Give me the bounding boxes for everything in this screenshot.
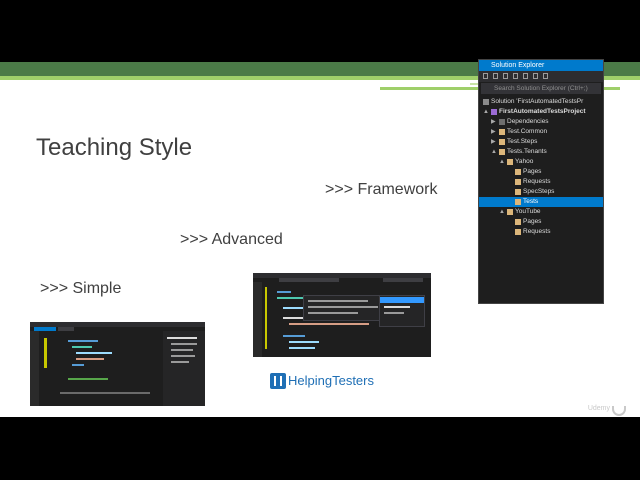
ide-code-line	[76, 352, 112, 354]
expand-arrow-icon: ▲	[499, 209, 505, 215]
autocomplete-selected-item	[380, 297, 424, 303]
dependencies-icon	[499, 119, 505, 125]
folder-icon	[515, 199, 521, 205]
advanced-ide-screenshot	[253, 273, 431, 357]
folder-icon	[515, 169, 521, 175]
ide-code-line	[289, 347, 315, 349]
bullet-advanced: >>> Advanced	[180, 231, 283, 248]
tree-item-folder[interactable]: SpecSteps	[479, 187, 603, 197]
solution-icon	[483, 99, 489, 105]
solution-explorer-toolbar	[479, 71, 603, 82]
ide-code-line	[68, 340, 98, 342]
project-icon	[491, 109, 497, 115]
folder-icon	[499, 149, 505, 155]
logo-mark-icon	[270, 373, 286, 389]
folder-icon	[507, 159, 513, 165]
collapsed-arrow-icon: ▶	[491, 139, 496, 145]
folder-icon	[507, 209, 513, 215]
tree-item-folder[interactable]: Pages	[479, 217, 603, 227]
tree-item-folder[interactable]: ▲ Tests.Tenants	[479, 147, 603, 157]
ide-side-panel	[163, 331, 205, 406]
folder-icon	[515, 189, 521, 195]
refresh-icon[interactable]	[513, 73, 518, 79]
ide-tab	[279, 278, 339, 282]
slide-title: Teaching Style	[36, 134, 193, 161]
ide-code-line	[68, 378, 108, 380]
ide-code-line	[283, 317, 303, 319]
collapse-icon[interactable]	[523, 73, 528, 79]
collapsed-arrow-icon: ▶	[491, 129, 496, 135]
ide-code-line	[76, 358, 104, 360]
watermark-text: Udemy	[587, 405, 610, 412]
solution-explorer-title-bar: Solution Explorer	[479, 60, 603, 71]
solution-explorer-panel: Solution Explorer Search Solution Explor…	[478, 59, 604, 304]
ide-code-line	[289, 341, 319, 343]
ide-line-gutter	[30, 331, 39, 406]
home-icon[interactable]	[493, 73, 498, 79]
folder-icon	[515, 229, 521, 235]
solution-explorer-title: Solution Explorer	[491, 62, 545, 69]
intellisense-popup	[303, 295, 385, 321]
properties-icon[interactable]	[543, 73, 548, 79]
collapsed-arrow-icon: ▶	[491, 119, 496, 125]
folder-icon	[499, 129, 505, 135]
ide-menu-bar	[30, 322, 205, 327]
ide-code-line	[277, 291, 291, 293]
solution-search-input[interactable]: Search Solution Explorer (Ctrl+;)	[481, 83, 601, 94]
tree-item-folder[interactable]: Requests	[479, 177, 603, 187]
ide-code-line	[72, 364, 84, 366]
tree-item-folder[interactable]: Requests	[479, 227, 603, 237]
ide-line-gutter	[253, 282, 262, 357]
simple-ide-screenshot	[30, 322, 205, 406]
expand-arrow-icon: ▲	[499, 159, 505, 165]
ide-change-marker	[265, 287, 267, 349]
folder-icon	[499, 139, 505, 145]
folder-icon	[515, 179, 521, 185]
autocomplete-list	[379, 295, 425, 327]
tree-item-solution[interactable]: Solution 'FirstAutomatedTestsPr	[479, 97, 603, 107]
tree-item-dependencies[interactable]: ▶ Dependencies	[479, 117, 603, 127]
tree-item-project[interactable]: ▲ FirstAutomatedTestsProject	[479, 107, 603, 117]
ide-tab	[383, 278, 423, 282]
bullet-simple: >>> Simple	[40, 280, 122, 297]
sync-icon[interactable]	[503, 73, 508, 79]
expand-arrow-icon: ▲	[491, 149, 497, 155]
ide-code-line	[72, 346, 92, 348]
back-icon[interactable]	[483, 73, 488, 79]
expand-arrow-icon: ▲	[483, 109, 489, 115]
folder-icon	[515, 219, 521, 225]
tree-item-folder-selected[interactable]: Tests	[479, 197, 603, 207]
ide-code-line	[289, 323, 369, 325]
udemy-watermark-icon	[612, 406, 626, 416]
tree-item-folder[interactable]: ▲ Yahoo	[479, 157, 603, 167]
ide-code-line	[283, 335, 305, 337]
bullet-framework: >>> Framework	[325, 181, 438, 198]
logo-text: HelpingTesters	[288, 373, 374, 388]
ide-change-marker	[44, 338, 47, 368]
tree-item-folder[interactable]: Pages	[479, 167, 603, 177]
tree-item-folder[interactable]: ▶ Test.Common	[479, 127, 603, 137]
ide-tab	[58, 327, 74, 331]
show-all-icon[interactable]	[533, 73, 538, 79]
tree-item-folder[interactable]: ▲ YouTube	[479, 207, 603, 217]
ide-output-line	[60, 392, 150, 394]
tree-item-folder[interactable]: ▶ Test.Steps	[479, 137, 603, 147]
